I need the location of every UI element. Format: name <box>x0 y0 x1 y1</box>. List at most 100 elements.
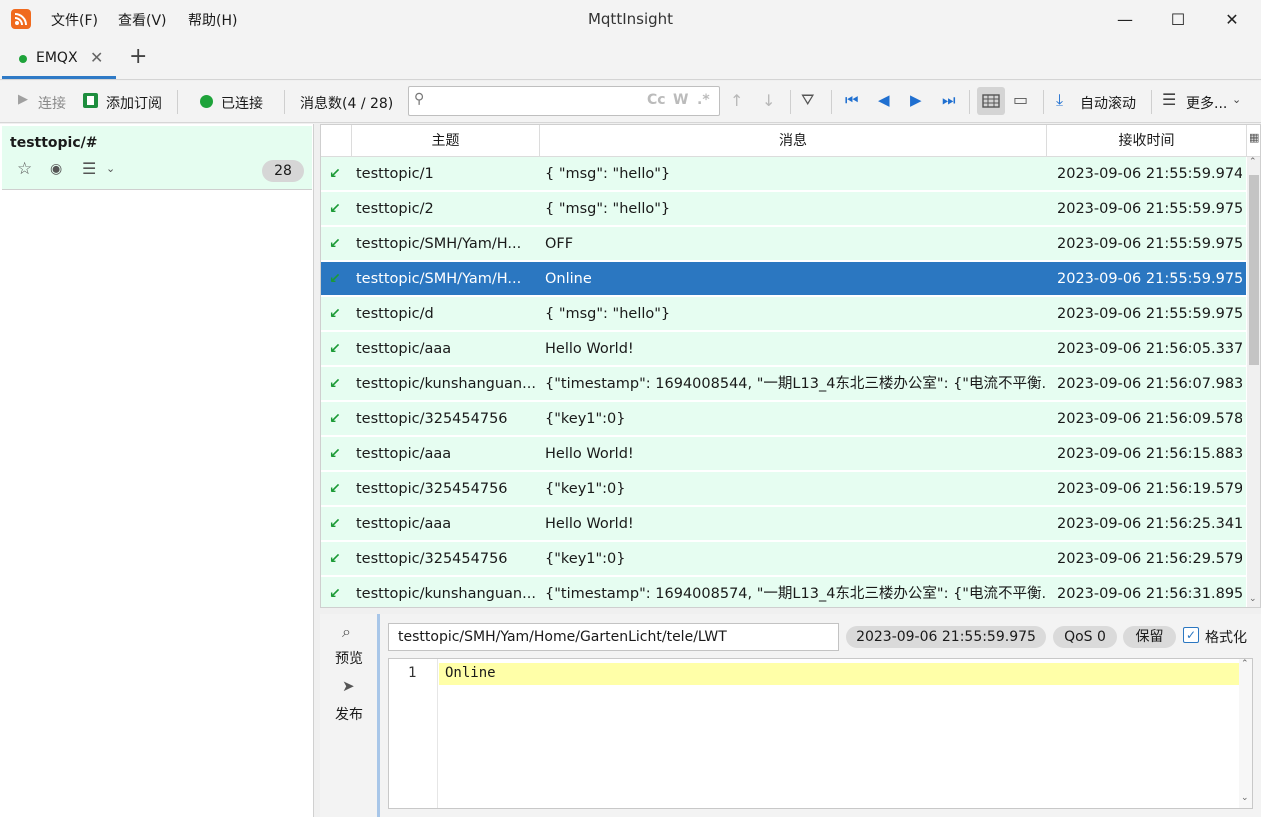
first-message-icon[interactable]: ⏮ <box>845 91 859 109</box>
payload-editor[interactable]: 1 Online ⌃ ⌄ <box>388 658 1253 809</box>
star-icon[interactable]: ☆ <box>17 159 32 179</box>
cell-topic: testtopic/325454756 <box>356 481 508 497</box>
table-row[interactable]: ↙ testtopic/SMH/Yam/H... OFF 2023-09-06 21:… <box>321 227 1246 261</box>
search-input[interactable]: ⚲ Cc W .* <box>408 86 720 116</box>
message-count-badge: 28 <box>262 160 304 182</box>
scroll-down-icon[interactable]: ⌄ <box>1241 793 1249 803</box>
add-tab-button[interactable]: + <box>129 44 147 69</box>
chevron-down-icon: ⌄ <box>1232 93 1242 106</box>
case-sensitive-toggle[interactable]: Cc <box>647 92 666 108</box>
menu-icon[interactable]: ☰ <box>82 159 96 178</box>
cell-time: 2023-09-06 21:56:15.883 <box>1057 446 1242 462</box>
cell-message: {"key1":0} <box>545 411 626 427</box>
connected-dot-icon <box>19 55 27 63</box>
table-row[interactable]: ↙ testtopic/1 { "msg": "hello"} 2023-09-06 … <box>321 157 1246 191</box>
arrow-down-icon[interactable]: ↓ <box>762 91 775 110</box>
more-button[interactable]: 更多... <box>1186 93 1227 113</box>
cell-topic: testtopic/d <box>356 306 434 322</box>
scrollbar-thumb[interactable] <box>1249 175 1259 365</box>
menu-icon: ☰ <box>1162 90 1177 109</box>
search-icon: ⚲ <box>414 91 425 107</box>
cell-time: 2023-09-06 21:55:59.975 <box>1057 306 1242 322</box>
cell-time: 2023-09-06 21:56:19.579 <box>1057 481 1242 497</box>
table-row[interactable]: ↙ testtopic/kunshanguan... {"timestamp": 1… <box>321 577 1246 607</box>
scroll-up-icon[interactable]: ⌃ <box>1241 659 1249 669</box>
table-row[interactable]: ↙ testtopic/325454756 {"key1":0} 2023-09-06… <box>321 402 1246 436</box>
preview-tab[interactable]: 预览 <box>335 648 363 668</box>
format-checkbox[interactable]: ✓ <box>1183 627 1199 643</box>
window-title: MqttInsight <box>587 10 674 28</box>
subscription-item[interactable]: testtopic/# ☆ ◉ ☰ ⌄ 28 <box>2 126 312 190</box>
send-icon[interactable]: ➤ <box>342 677 355 695</box>
tab-close-icon[interactable]: ✕ <box>90 48 103 67</box>
table-row[interactable]: ↙ testtopic/aaa Hello World! 2023-09-06 21:… <box>321 437 1246 471</box>
payload-text[interactable]: Online <box>445 665 496 681</box>
header-time[interactable]: 接收时间 <box>1047 125 1247 157</box>
subscription-panel: testtopic/# ☆ ◉ ☰ ⌄ 28 <box>0 124 314 817</box>
whole-word-toggle[interactable]: W <box>673 92 688 108</box>
preview-icon[interactable]: ⌕ <box>342 622 351 642</box>
cell-topic: testtopic/325454756 <box>356 411 508 427</box>
received-arrow-icon: ↙ <box>329 551 341 567</box>
received-arrow-icon: ↙ <box>329 376 341 392</box>
cell-message: Hello World! <box>545 516 634 532</box>
chevron-down-icon[interactable]: ⌄ <box>106 162 115 175</box>
table-view-button[interactable] <box>977 87 1005 115</box>
cell-message: { "msg": "hello"} <box>545 166 671 182</box>
table-row[interactable]: ↙ testtopic/kunshanguan... {"timestamp": 1… <box>321 367 1246 401</box>
prev-message-icon[interactable]: ◀ <box>878 91 890 109</box>
cell-message: { "msg": "hello"} <box>545 201 671 217</box>
eye-icon[interactable]: ◉ <box>50 161 62 177</box>
toolbar-separator <box>969 90 970 114</box>
tab-label: EMQX <box>36 50 78 66</box>
toolbar-separator <box>284 90 285 114</box>
table-row[interactable]: ↙ testtopic/325454756 {"key1":0} 2023-09-06… <box>321 472 1246 506</box>
filter-icon[interactable]: ⛛ <box>801 90 814 110</box>
toolbar-separator <box>1151 90 1152 114</box>
header-topic[interactable]: 主题 <box>352 125 540 157</box>
column-settings-icon[interactable]: ▦ <box>1249 131 1259 144</box>
header-message[interactable]: 消息 <box>540 125 1047 157</box>
regex-toggle[interactable]: .* <box>697 92 710 108</box>
editor-scrollbar[interactable]: ⌃ ⌄ <box>1239 659 1252 808</box>
cell-message: { "msg": "hello"} <box>545 306 671 322</box>
table-row[interactable]: ↙ testtopic/aaa Hello World! 2023-09-06 21:… <box>321 507 1246 541</box>
arrow-up-icon[interactable]: ↑ <box>730 91 743 110</box>
last-message-icon[interactable]: ⏭ <box>942 91 956 109</box>
table-row[interactable]: ↙ testtopic/SMH/Yam/H... Online 2023-09-06 … <box>321 262 1246 296</box>
subscription-topic: testtopic/# <box>10 135 98 151</box>
table-scrollbar[interactable]: ⌃ ⌄ <box>1247 157 1260 607</box>
cell-message: Hello World! <box>545 341 634 357</box>
table-row[interactable]: ↙ testtopic/d { "msg": "hello"} 2023-09-06 … <box>321 297 1246 331</box>
auto-scroll-button[interactable]: 自动滚动 <box>1080 93 1136 113</box>
cell-time: 2023-09-06 21:55:59.974 <box>1057 166 1242 182</box>
scroll-up-icon[interactable]: ⌃ <box>1249 157 1257 167</box>
add-subscription-button[interactable]: 添加订阅 <box>106 93 162 113</box>
minimize-button[interactable]: — <box>1102 0 1148 38</box>
chat-view-icon[interactable]: ▭ <box>1013 90 1028 109</box>
maximize-button[interactable]: ☐ <box>1155 0 1201 38</box>
table-row[interactable]: ↙ testtopic/2 { "msg": "hello"} 2023-09-06 … <box>321 192 1246 226</box>
cell-topic: testtopic/aaa <box>356 516 452 532</box>
cell-time: 2023-09-06 21:55:59.975 <box>1057 271 1242 287</box>
cell-topic: testtopic/325454756 <box>356 551 508 567</box>
cell-message: {"timestamp": 1694008544, "一期L13_4东北三楼办公… <box>545 376 1047 392</box>
table-row[interactable]: ↙ testtopic/325454756 {"key1":0} 2023-09-06… <box>321 542 1246 576</box>
line-gutter: 1 <box>389 659 438 808</box>
cell-topic: testtopic/aaa <box>356 446 452 462</box>
close-button[interactable]: ✕ <box>1209 0 1255 38</box>
message-count: 消息数(4 / 28) <box>300 96 394 112</box>
add-subscription-icon <box>83 93 98 108</box>
header-icon-col <box>321 125 352 157</box>
line-number: 1 <box>408 665 417 681</box>
cell-message: Online <box>545 271 592 287</box>
table-header: 主题 消息 接收时间 ▦ <box>321 125 1260 157</box>
publish-tab[interactable]: 发布 <box>335 704 363 724</box>
detail-topic-field[interactable]: testtopic/SMH/Yam/Home/GartenLicht/tele/… <box>388 623 839 651</box>
connect-button[interactable]: 连接 <box>38 93 66 113</box>
tab-emqx[interactable]: EMQX ✕ <box>2 38 116 79</box>
table-row[interactable]: ↙ testtopic/aaa Hello World! 2023-09-06 21:… <box>321 332 1246 366</box>
next-message-icon[interactable]: ▶ <box>910 91 922 109</box>
scroll-down-icon[interactable]: ⌄ <box>1249 594 1257 604</box>
detail-sidebar: ⌕ 预览 ➤ 发布 <box>320 614 380 817</box>
